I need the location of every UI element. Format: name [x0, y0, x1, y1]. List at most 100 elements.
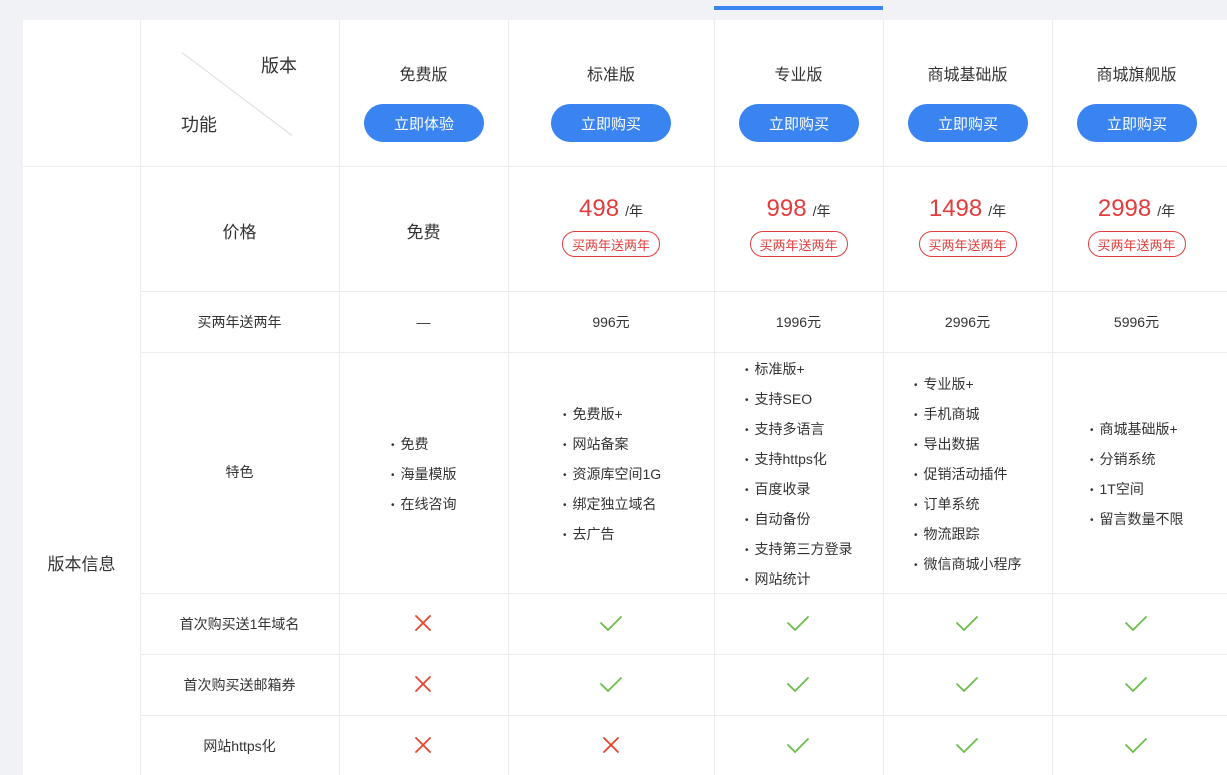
- buy-mall-basic-button[interactable]: 立即购买: [908, 104, 1028, 142]
- feature-list-standard: 免费版+ 网站备案 资源库空间1G 绑定独立域名 去广告: [563, 399, 662, 549]
- row-label-price: 价格: [222, 222, 257, 242]
- feature-list-mall-flagship: 商城基础版+ 分销系统 1T空间 留言数量不限: [1090, 414, 1184, 534]
- list-item: 在线咨询: [391, 489, 457, 519]
- two-years-value: 2996元: [944, 314, 991, 330]
- grid-line: [140, 654, 1227, 655]
- grid-line: [140, 593, 1227, 594]
- list-item: 百度收录: [745, 474, 853, 504]
- check-icon: [787, 616, 809, 632]
- check-icon: [956, 738, 978, 754]
- list-item: 手机商城: [914, 399, 1022, 429]
- price-value: 998: [766, 195, 807, 222]
- list-item: 物流跟踪: [914, 519, 1022, 549]
- plan-name-mall-flagship: 商城旗舰版: [1096, 67, 1177, 84]
- two-years-value: 996元: [592, 314, 630, 330]
- list-item: 促销活动插件: [914, 459, 1022, 489]
- row-label-https: 网站https化: [203, 738, 276, 754]
- list-item: 专业版+: [914, 369, 1022, 399]
- price-value: 1498: [928, 195, 983, 222]
- check-icon: [956, 616, 978, 632]
- list-item: 标准版+: [745, 354, 853, 384]
- list-item: 绑定独立域名: [563, 489, 661, 519]
- feature-list-free: 免费 海量模版 在线咨询: [391, 429, 457, 519]
- grid-line: [883, 20, 884, 775]
- plan-name-mall-basic: 商城基础版: [927, 67, 1008, 84]
- price-value: 2998: [1097, 195, 1152, 222]
- grid-line: [140, 352, 1227, 353]
- list-item: 微信商城小程序: [914, 549, 1022, 579]
- promo-badge: 买两年送两年: [918, 231, 1017, 257]
- buy-standard-button[interactable]: 立即购买: [551, 104, 671, 142]
- price-pro: 998 /年 买两年送两年: [714, 195, 883, 257]
- buy-mall-flagship-button[interactable]: 立即购买: [1077, 104, 1197, 142]
- list-item: 资源库空间1G: [563, 459, 662, 489]
- grid-line: [140, 715, 1227, 716]
- row-label-two-years: 买两年送两年: [197, 314, 282, 330]
- plan-name-standard: 标准版: [586, 67, 635, 84]
- list-item: 支持SEO: [745, 384, 853, 414]
- header-function-label: 功能: [181, 115, 217, 135]
- price-mall-basic: 1498 /年 买两年送两年: [883, 195, 1052, 257]
- feature-list-mall-basic: 专业版+ 手机商城 导出数据 促销活动插件 订单系统 物流跟踪 微信商城小程序: [914, 369, 1022, 579]
- grid-line: [1052, 20, 1053, 775]
- list-item: 免费: [391, 429, 457, 459]
- list-item: 海量模版: [391, 459, 457, 489]
- two-years-value: 1996元: [775, 314, 822, 330]
- list-item: 支持https化: [745, 444, 853, 474]
- list-item: 留言数量不限: [1090, 504, 1184, 534]
- list-item: 支持多语言: [745, 414, 853, 444]
- list-item: 订单系统: [914, 489, 1022, 519]
- promo-badge: 买两年送两年: [562, 231, 660, 257]
- list-item: 1T空间: [1090, 474, 1184, 504]
- list-item: 去广告: [563, 519, 661, 549]
- price-unit: /年: [1157, 203, 1176, 219]
- cross-icon: [415, 737, 431, 753]
- price-unit: /年: [988, 203, 1007, 219]
- list-item: 支持第三方登录: [745, 534, 853, 564]
- check-icon: [787, 738, 809, 754]
- check-icon: [1125, 738, 1147, 754]
- cross-icon: [603, 737, 619, 753]
- cross-icon: [415, 615, 431, 631]
- check-icon: [787, 677, 809, 693]
- price-unit: /年: [812, 203, 831, 219]
- list-item: 免费版+: [563, 399, 661, 429]
- try-free-button[interactable]: 立即体验: [364, 104, 484, 142]
- section-label: 版本信息: [47, 554, 116, 574]
- row-label-domain-gift: 首次购买送1年域名: [179, 616, 300, 632]
- list-item: 网站备案: [563, 429, 661, 459]
- list-item: 网站统计: [745, 564, 853, 594]
- check-icon: [956, 677, 978, 693]
- promo-badge: 买两年送两年: [1087, 231, 1186, 257]
- list-item: 自动备份: [745, 504, 853, 534]
- feature-list-pro: 标准版+ 支持SEO 支持多语言 支持https化 百度收录 自动备份 支持第三…: [745, 354, 853, 594]
- grid-line: [508, 20, 509, 775]
- check-icon: [600, 677, 622, 693]
- price-unit: /年: [625, 203, 643, 219]
- header-version-label: 版本: [261, 56, 297, 76]
- list-item: 导出数据: [914, 429, 1022, 459]
- check-icon: [1125, 616, 1147, 632]
- list-item: 商城基础版+: [1090, 414, 1184, 444]
- check-icon: [600, 616, 622, 632]
- buy-pro-button[interactable]: 立即购买: [739, 104, 859, 142]
- list-item: 分销系统: [1090, 444, 1184, 474]
- grid-line: [140, 291, 1227, 292]
- row-label-features: 特色: [225, 464, 254, 480]
- price-mall-flagship: 2998 /年 买两年送两年: [1052, 195, 1221, 257]
- promo-badge: 买两年送两年: [749, 231, 848, 257]
- active-plan-indicator: [714, 6, 883, 10]
- price-free: 免费: [406, 222, 441, 242]
- grid-line: [339, 20, 340, 775]
- grid-line: [140, 20, 141, 775]
- cross-icon: [415, 676, 431, 692]
- two-years-value: —: [416, 314, 431, 330]
- plan-name-free: 免费版: [399, 67, 448, 84]
- row-label-mailbox-gift: 首次购买送邮箱券: [183, 677, 296, 693]
- grid-line: [23, 166, 1227, 167]
- price-standard: 498 /年 买两年送两年: [508, 195, 714, 257]
- two-years-value: 5996元: [1113, 314, 1160, 330]
- grid-line: [714, 20, 715, 775]
- price-value: 498: [579, 195, 620, 222]
- check-icon: [1125, 677, 1147, 693]
